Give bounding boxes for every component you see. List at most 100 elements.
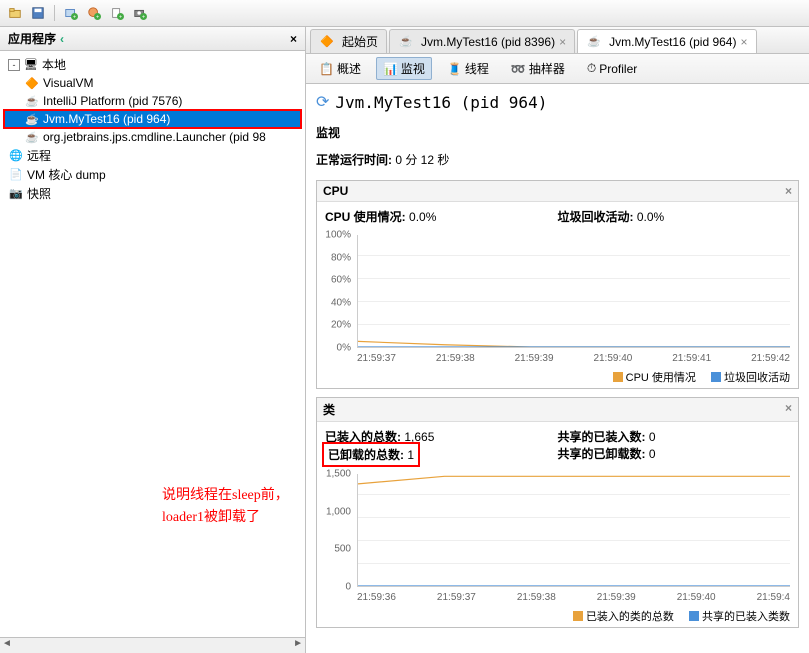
cpu-usage-value: 0.0%	[409, 210, 436, 224]
class-legend: 已装入的类的总数 共享的已装入类数	[317, 605, 798, 627]
close-icon[interactable]: ×	[740, 35, 747, 49]
legend-label: 垃圾回收活动	[724, 369, 790, 385]
unloaded-value: 1	[407, 448, 414, 462]
panel-close-icon[interactable]: ×	[290, 32, 297, 46]
uptime-value: 0 分 12 秒	[395, 153, 449, 167]
loaded-label: 已装入的总数:	[325, 430, 401, 444]
tree-remote[interactable]: 🌐 远程	[4, 146, 301, 165]
threads-icon: 🧵	[447, 62, 462, 76]
app-tree: - 🖥 本地 🔶 VisualVM ☕ IntelliJ Platform (p…	[0, 51, 305, 637]
class-chart-area: 05001,0001,500 21:59:3621:59:3721:59:382…	[317, 470, 798, 605]
uptime-label: 正常运行时间:	[316, 153, 392, 167]
tree-label: IntelliJ Platform (pid 7576)	[43, 94, 182, 108]
java-icon: ☕	[398, 34, 414, 50]
legend-label: 共享的已装入类数	[702, 608, 790, 624]
class-chart-box: 类 × 已装入的总数: 1,665 已卸载的总数: 1 共享的已装入数: 0 共…	[316, 397, 799, 628]
page-title-row: ⟳ Jvm.MyTest16 (pid 964)	[316, 92, 799, 112]
subtab-threads[interactable]: 🧵线程	[440, 57, 496, 80]
cpu-usage-label: CPU 使用情况:	[325, 210, 406, 224]
close-icon[interactable]: ×	[559, 35, 566, 49]
gc-activity-value: 0.0%	[637, 210, 664, 224]
top-toolbar: + + + +	[0, 0, 809, 27]
cpu-chart-head: CPU ×	[317, 181, 798, 202]
legend-swatch	[711, 372, 721, 382]
tree-item-visualvm[interactable]: 🔶 VisualVM	[4, 74, 301, 92]
close-icon[interactable]: ×	[785, 184, 792, 198]
add-host-icon[interactable]: +	[61, 3, 81, 23]
tree-label: 快照	[27, 185, 51, 202]
home-icon: 🔶	[319, 34, 335, 50]
add-dump-icon[interactable]: +	[107, 3, 127, 23]
subtab-label: 监视	[401, 60, 425, 77]
subtab-profiler[interactable]: ⏱Profiler	[580, 58, 644, 79]
tab-label: Jvm.MyTest16 (pid 964)	[609, 35, 736, 49]
java-icon: ☕	[24, 111, 40, 127]
tree-label: 远程	[27, 147, 51, 164]
save-icon[interactable]	[28, 3, 48, 23]
cpu-chart-box: CPU × CPU 使用情况: 0.0% 垃圾回收活动: 0.0% 0%20%4…	[316, 180, 799, 389]
overview-icon: 📋	[319, 62, 334, 76]
dump-icon: 📄	[8, 167, 24, 183]
subtab-overview[interactable]: 📋概述	[312, 57, 368, 80]
tree-vmcore[interactable]: 📄 VM 核心 dump	[4, 165, 301, 184]
sampler-icon: ➿	[511, 62, 526, 76]
loaded-value: 1,665	[404, 430, 434, 444]
remote-icon: 🌐	[8, 148, 24, 164]
tab-label: 起始页	[342, 33, 378, 50]
open-icon[interactable]	[5, 3, 25, 23]
tab-start[interactable]: 🔶 起始页	[310, 29, 387, 53]
class-chart-head: 类 ×	[317, 398, 798, 422]
java-icon: ☕	[24, 129, 40, 145]
tab-mytest16-8396[interactable]: ☕ Jvm.MyTest16 (pid 8396) ×	[389, 29, 575, 53]
host-icon: 🖥	[23, 57, 39, 73]
shared-loaded-label: 共享的已装入数:	[558, 430, 646, 444]
main-panel: 🔶 起始页 ☕ Jvm.MyTest16 (pid 8396) × ☕ Jvm.…	[306, 27, 809, 653]
tree-item-launcher[interactable]: ☕ org.jetbrains.jps.cmdline.Launcher (pi…	[4, 128, 301, 146]
tab-mytest16-964[interactable]: ☕ Jvm.MyTest16 (pid 964) ×	[577, 29, 756, 53]
add-jmx-icon[interactable]: +	[84, 3, 104, 23]
snapshot-icon: 📷	[8, 186, 24, 202]
editor-tabs: 🔶 起始页 ☕ Jvm.MyTest16 (pid 8396) × ☕ Jvm.…	[306, 27, 809, 54]
svg-text:+: +	[142, 14, 145, 20]
subtab-sampler[interactable]: ➿抽样器	[504, 57, 572, 80]
legend-label: 已装入的类的总数	[586, 608, 674, 624]
unloaded-label: 已卸载的总数:	[328, 448, 404, 462]
collapse-icon[interactable]: ‹	[60, 32, 64, 46]
refresh-icon[interactable]: ⟳	[316, 92, 329, 112]
subtab-label: 线程	[465, 60, 489, 77]
svg-text:+: +	[73, 14, 76, 20]
tab-label: Jvm.MyTest16 (pid 8396)	[421, 35, 555, 49]
cpu-chart-area: 0%20%40%60%80%100% 21:59:3721:59:3821:59…	[317, 231, 798, 366]
cpu-stats: CPU 使用情况: 0.0% 垃圾回收活动: 0.0%	[317, 202, 798, 231]
add-snapshot-icon[interactable]: +	[130, 3, 150, 23]
tree-item-intellij[interactable]: ☕ IntelliJ Platform (pid 7576)	[4, 92, 301, 110]
profiler-icon: ⏱	[587, 61, 596, 76]
shared-loaded-value: 0	[649, 430, 656, 444]
close-icon[interactable]: ×	[785, 401, 792, 418]
uptime-row: 正常运行时间: 0 分 12 秒	[316, 145, 799, 180]
shared-unloaded-label: 共享的已卸载数:	[558, 447, 646, 461]
tree-label: Jvm.MyTest16 (pid 964)	[43, 112, 170, 126]
legend-label: CPU 使用情况	[626, 369, 696, 385]
class-stats: 已装入的总数: 1,665 已卸载的总数: 1 共享的已装入数: 0 共享的已卸…	[317, 422, 798, 470]
tree-item-mytest16[interactable]: ☕ Jvm.MyTest16 (pid 964)	[4, 110, 301, 128]
panel-title: 应用程序	[8, 30, 56, 47]
tree-snapshot[interactable]: 📷 快照	[4, 184, 301, 203]
chart-title: 类	[323, 401, 335, 418]
tree-label: VM 核心 dump	[27, 166, 106, 183]
applications-panel: 应用程序 ‹ × - 🖥 本地 🔶 VisualVM ☕ IntelliJ Pl…	[0, 27, 306, 653]
java-icon: ☕	[586, 34, 602, 50]
svg-text:+: +	[119, 14, 122, 20]
tree-label: VisualVM	[43, 76, 93, 90]
expander-icon[interactable]: -	[8, 59, 20, 71]
subtab-label: 概述	[337, 60, 361, 77]
subtab-monitor[interactable]: 📊监视	[376, 57, 432, 80]
h-scrollbar[interactable]	[0, 637, 305, 653]
content-area: ⟳ Jvm.MyTest16 (pid 964) 监视 正常运行时间: 0 分 …	[306, 84, 809, 653]
subtab-label: Profiler	[599, 62, 637, 76]
tree-local[interactable]: - 🖥 本地	[4, 55, 301, 74]
java-icon: ☕	[24, 93, 40, 109]
monitor-section-label: 监视	[316, 120, 799, 145]
panel-header: 应用程序 ‹ ×	[0, 27, 305, 51]
visualvm-icon: 🔶	[24, 75, 40, 91]
